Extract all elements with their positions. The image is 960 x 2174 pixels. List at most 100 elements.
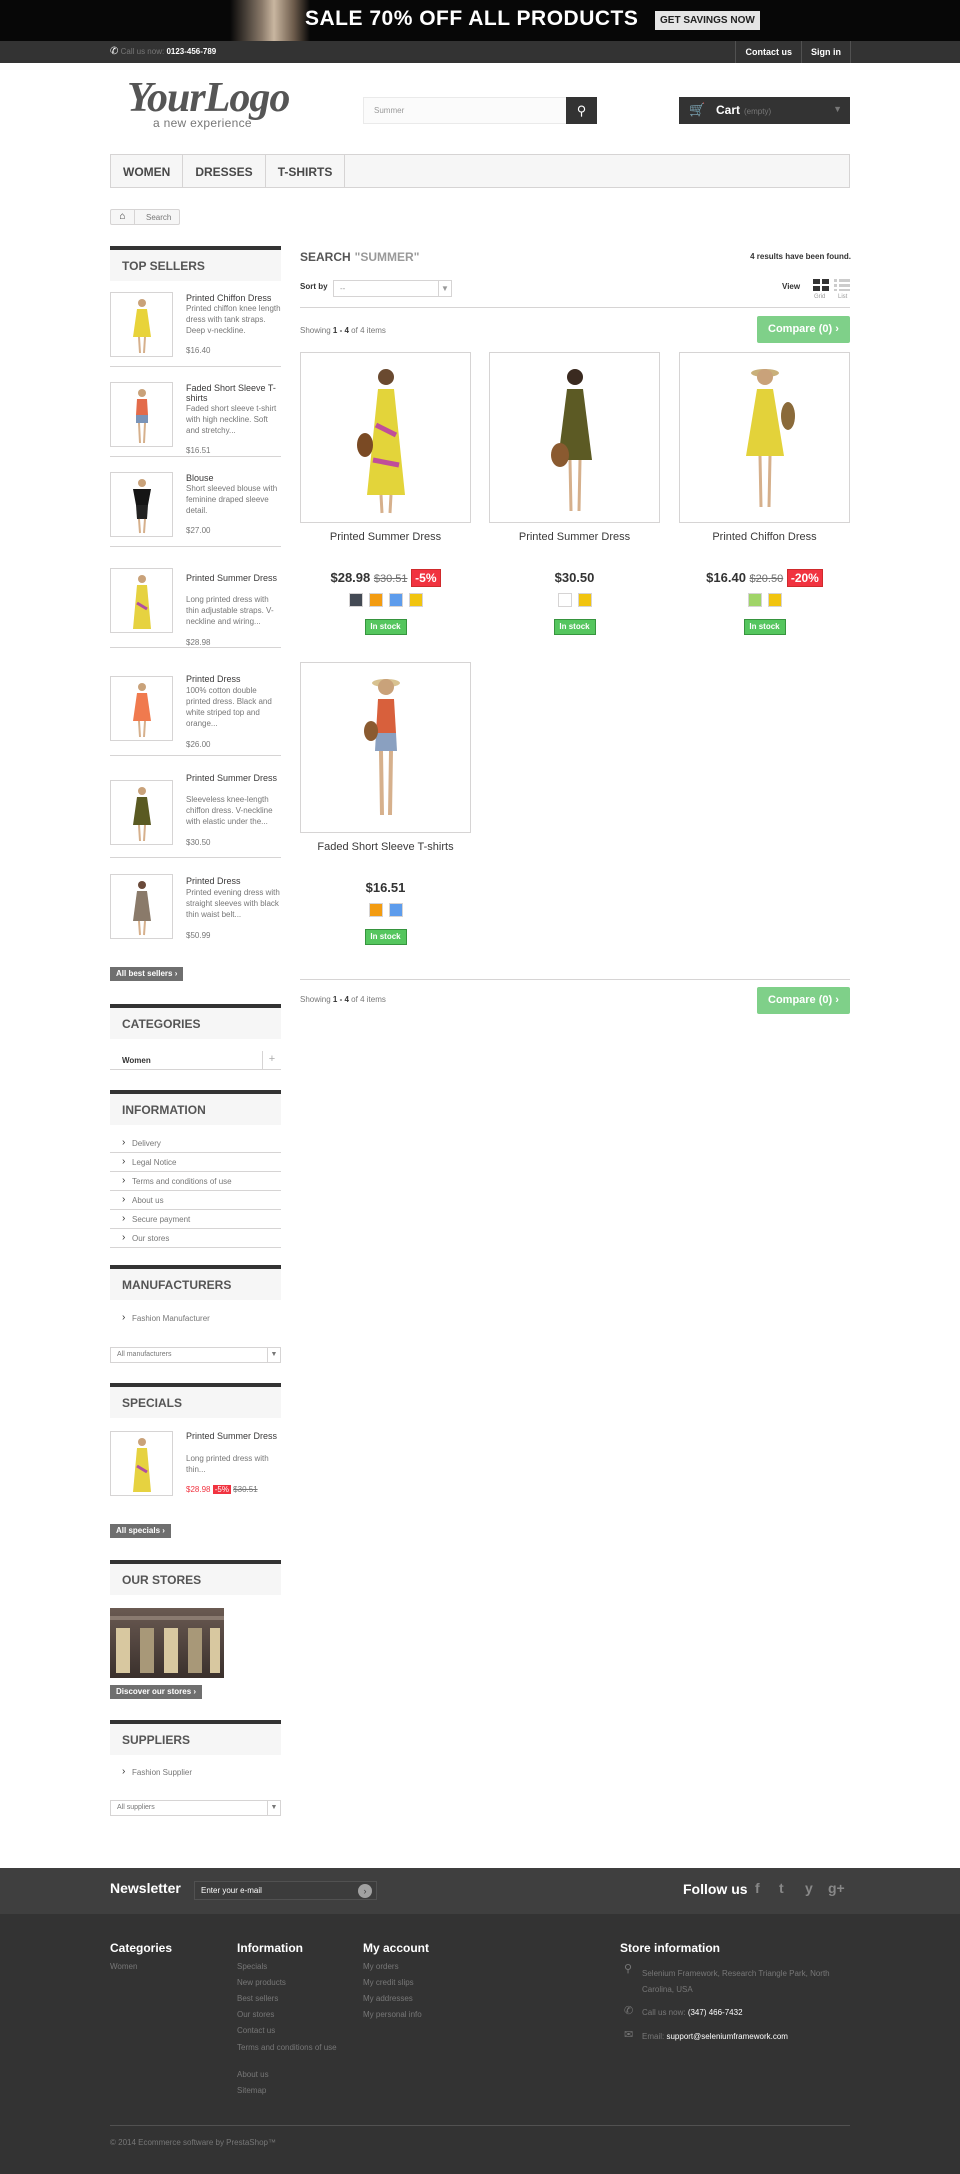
product-name[interactable]: Printed Summer Dress	[186, 773, 281, 783]
product-name[interactable]: Printed Chiffon Dress	[679, 531, 850, 543]
footer-category-link[interactable]: Women	[110, 1962, 137, 1971]
get-savings-button[interactable]: GET SAVINGS NOW	[655, 11, 760, 30]
info-link-delivery[interactable]: Delivery	[110, 1134, 281, 1153]
info-link-terms[interactable]: Terms and conditions of use	[110, 1172, 281, 1191]
color-swatch[interactable]	[557, 593, 572, 607]
supplier-link[interactable]: Fashion Supplier	[110, 1763, 281, 1782]
product-name[interactable]: Printed Dress	[186, 876, 281, 886]
product-name[interactable]: Printed Dress	[186, 674, 281, 684]
product-name[interactable]: Printed Summer Dress	[186, 573, 281, 583]
product-card[interactable]: Printed Chiffon Dress $16.40 $20.50 -20%…	[679, 352, 850, 642]
specials-title[interactable]: SPECIALS	[110, 1383, 281, 1418]
grid-view-icon[interactable]	[813, 279, 829, 295]
product-image[interactable]	[300, 352, 471, 523]
top-seller-item[interactable]: Printed Chiffon Dress Printed chiffon kn…	[110, 288, 281, 367]
product-thumbnail[interactable]	[110, 568, 173, 633]
newsletter-email-input[interactable]: Enter your e-mail	[194, 1881, 377, 1900]
copyright[interactable]: © 2014 Ecommerce software by PrestaShop™	[110, 2138, 276, 2147]
product-name[interactable]: Blouse	[186, 473, 281, 483]
list-view-icon[interactable]	[834, 279, 850, 295]
product-thumbnail[interactable]	[110, 472, 173, 537]
footer-info-link[interactable]: Specials	[237, 1962, 267, 1971]
footer-account-link[interactable]: My credit slips	[363, 1978, 414, 1987]
product-name[interactable]: Faded Short Sleeve T-shirts	[300, 841, 471, 853]
manufacturer-link[interactable]: Fashion Manufacturer	[110, 1309, 281, 1328]
product-thumbnail[interactable]	[110, 292, 173, 357]
color-swatch[interactable]	[577, 593, 592, 607]
footer-info-link[interactable]: About us	[237, 2070, 269, 2079]
contact-us-link[interactable]: Contact us	[735, 41, 801, 63]
product-image[interactable]	[489, 352, 660, 523]
top-seller-item[interactable]: Printed Dress 100% cotton double printed…	[110, 660, 281, 756]
info-link-secure-payment[interactable]: Secure payment	[110, 1210, 281, 1229]
product-card[interactable]: Faded Short Sleeve T-shirts $16.51 In st…	[300, 662, 471, 952]
newsletter-submit-icon[interactable]: ›	[358, 1884, 372, 1898]
cart-button[interactable]: 🛒 Cart (empty) ▼	[679, 97, 850, 124]
footer-info-link[interactable]: Sitemap	[237, 2086, 266, 2095]
color-swatch[interactable]	[348, 593, 363, 607]
google-plus-icon[interactable]: g+	[828, 1880, 845, 1896]
footer-info-link[interactable]: Best sellers	[237, 1994, 278, 2003]
product-thumbnail[interactable]	[110, 1431, 173, 1496]
discover-stores-button[interactable]: Discover our stores ›	[110, 1685, 203, 1699]
color-swatch[interactable]	[388, 593, 403, 607]
compare-button-bottom[interactable]: Compare (0) ›	[757, 987, 850, 1014]
product-card[interactable]: Printed Summer Dress $30.50 In stock	[489, 352, 660, 642]
product-name[interactable]: Faded Short Sleeve T-shirts	[186, 383, 281, 403]
menu-item-tshirts[interactable]: T-SHIRTS	[266, 155, 346, 187]
product-thumbnail[interactable]	[110, 874, 173, 939]
supplier-select[interactable]: All suppliers ▼	[110, 1800, 281, 1816]
top-sellers-title[interactable]: TOP SELLERS	[110, 246, 281, 281]
product-card[interactable]: Printed Summer Dress $28.98 $30.51 -5% I…	[300, 352, 471, 642]
product-image[interactable]	[679, 352, 850, 523]
special-item[interactable]: Printed Summer Dress Long printed dress …	[110, 1427, 281, 1502]
category-item-women[interactable]: Women +	[110, 1051, 281, 1070]
site-logo[interactable]: YourLogo a new experience	[127, 77, 307, 130]
product-name[interactable]: Printed Summer Dress	[300, 531, 471, 543]
sort-select[interactable]: -- ▼	[333, 280, 452, 297]
top-seller-item[interactable]: Printed Summer Dress Sleeveless knee-len…	[110, 758, 281, 858]
color-swatch[interactable]	[767, 593, 782, 607]
product-thumbnail[interactable]	[110, 780, 173, 845]
twitter-icon[interactable]: t	[779, 1880, 784, 1896]
all-best-sellers-button[interactable]: All best sellers ›	[110, 967, 184, 981]
product-name[interactable]: Printed Chiffon Dress	[186, 293, 281, 303]
facebook-icon[interactable]: f	[755, 1880, 760, 1896]
top-seller-item[interactable]: Faded Short Sleeve T-shirts Faded short …	[110, 378, 281, 457]
product-thumbnail[interactable]	[110, 382, 173, 447]
top-seller-item[interactable]: Printed Dress Printed evening dress with…	[110, 863, 281, 949]
footer-info-link[interactable]: New products	[237, 1978, 286, 1987]
product-name[interactable]: Printed Summer Dress	[186, 1431, 281, 1441]
compare-button-top[interactable]: Compare (0) ›	[757, 316, 850, 343]
store-image[interactable]	[110, 1608, 224, 1678]
info-link-legal[interactable]: Legal Notice	[110, 1153, 281, 1172]
categories-title[interactable]: CATEGORIES	[110, 1004, 281, 1039]
top-seller-item[interactable]: Blouse Short sleeved blouse with feminin…	[110, 468, 281, 547]
footer-info-link[interactable]: Contact us	[237, 2026, 275, 2035]
product-thumbnail[interactable]	[110, 676, 173, 741]
suppliers-title[interactable]: SUPPLIERS	[110, 1720, 281, 1755]
top-seller-item[interactable]: Printed Summer Dress Long printed dress …	[110, 558, 281, 648]
info-link-stores[interactable]: Our stores	[110, 1229, 281, 1248]
footer-info-link[interactable]: Terms and conditions of use	[237, 2042, 347, 2053]
sign-in-link[interactable]: Sign in	[801, 41, 851, 63]
color-swatch[interactable]	[408, 593, 423, 607]
footer-info-link[interactable]: Our stores	[237, 2010, 274, 2019]
footer-account-link[interactable]: My addresses	[363, 1994, 413, 2003]
product-image[interactable]	[300, 662, 471, 833]
store-email[interactable]: Email: support@seleniumframework.com	[642, 2032, 788, 2041]
color-swatch[interactable]	[388, 903, 403, 917]
manufacturers-title[interactable]: MANUFACTURERS	[110, 1265, 281, 1300]
color-swatch[interactable]	[747, 593, 762, 607]
color-swatch[interactable]	[368, 593, 383, 607]
our-stores-title[interactable]: OUR STORES	[110, 1560, 281, 1595]
home-icon[interactable]: ⌂	[111, 210, 135, 224]
search-bar[interactable]: Summer ⚲	[363, 97, 597, 124]
manufacturer-select[interactable]: All manufacturers ▼	[110, 1347, 281, 1363]
color-swatch[interactable]	[368, 903, 383, 917]
all-specials-button[interactable]: All specials ›	[110, 1524, 171, 1538]
menu-item-women[interactable]: WOMEN	[111, 155, 184, 187]
footer-account-link[interactable]: My orders	[363, 1962, 399, 1971]
menu-item-dresses[interactable]: DRESSES	[183, 155, 266, 187]
information-title[interactable]: INFORMATION	[110, 1090, 281, 1125]
